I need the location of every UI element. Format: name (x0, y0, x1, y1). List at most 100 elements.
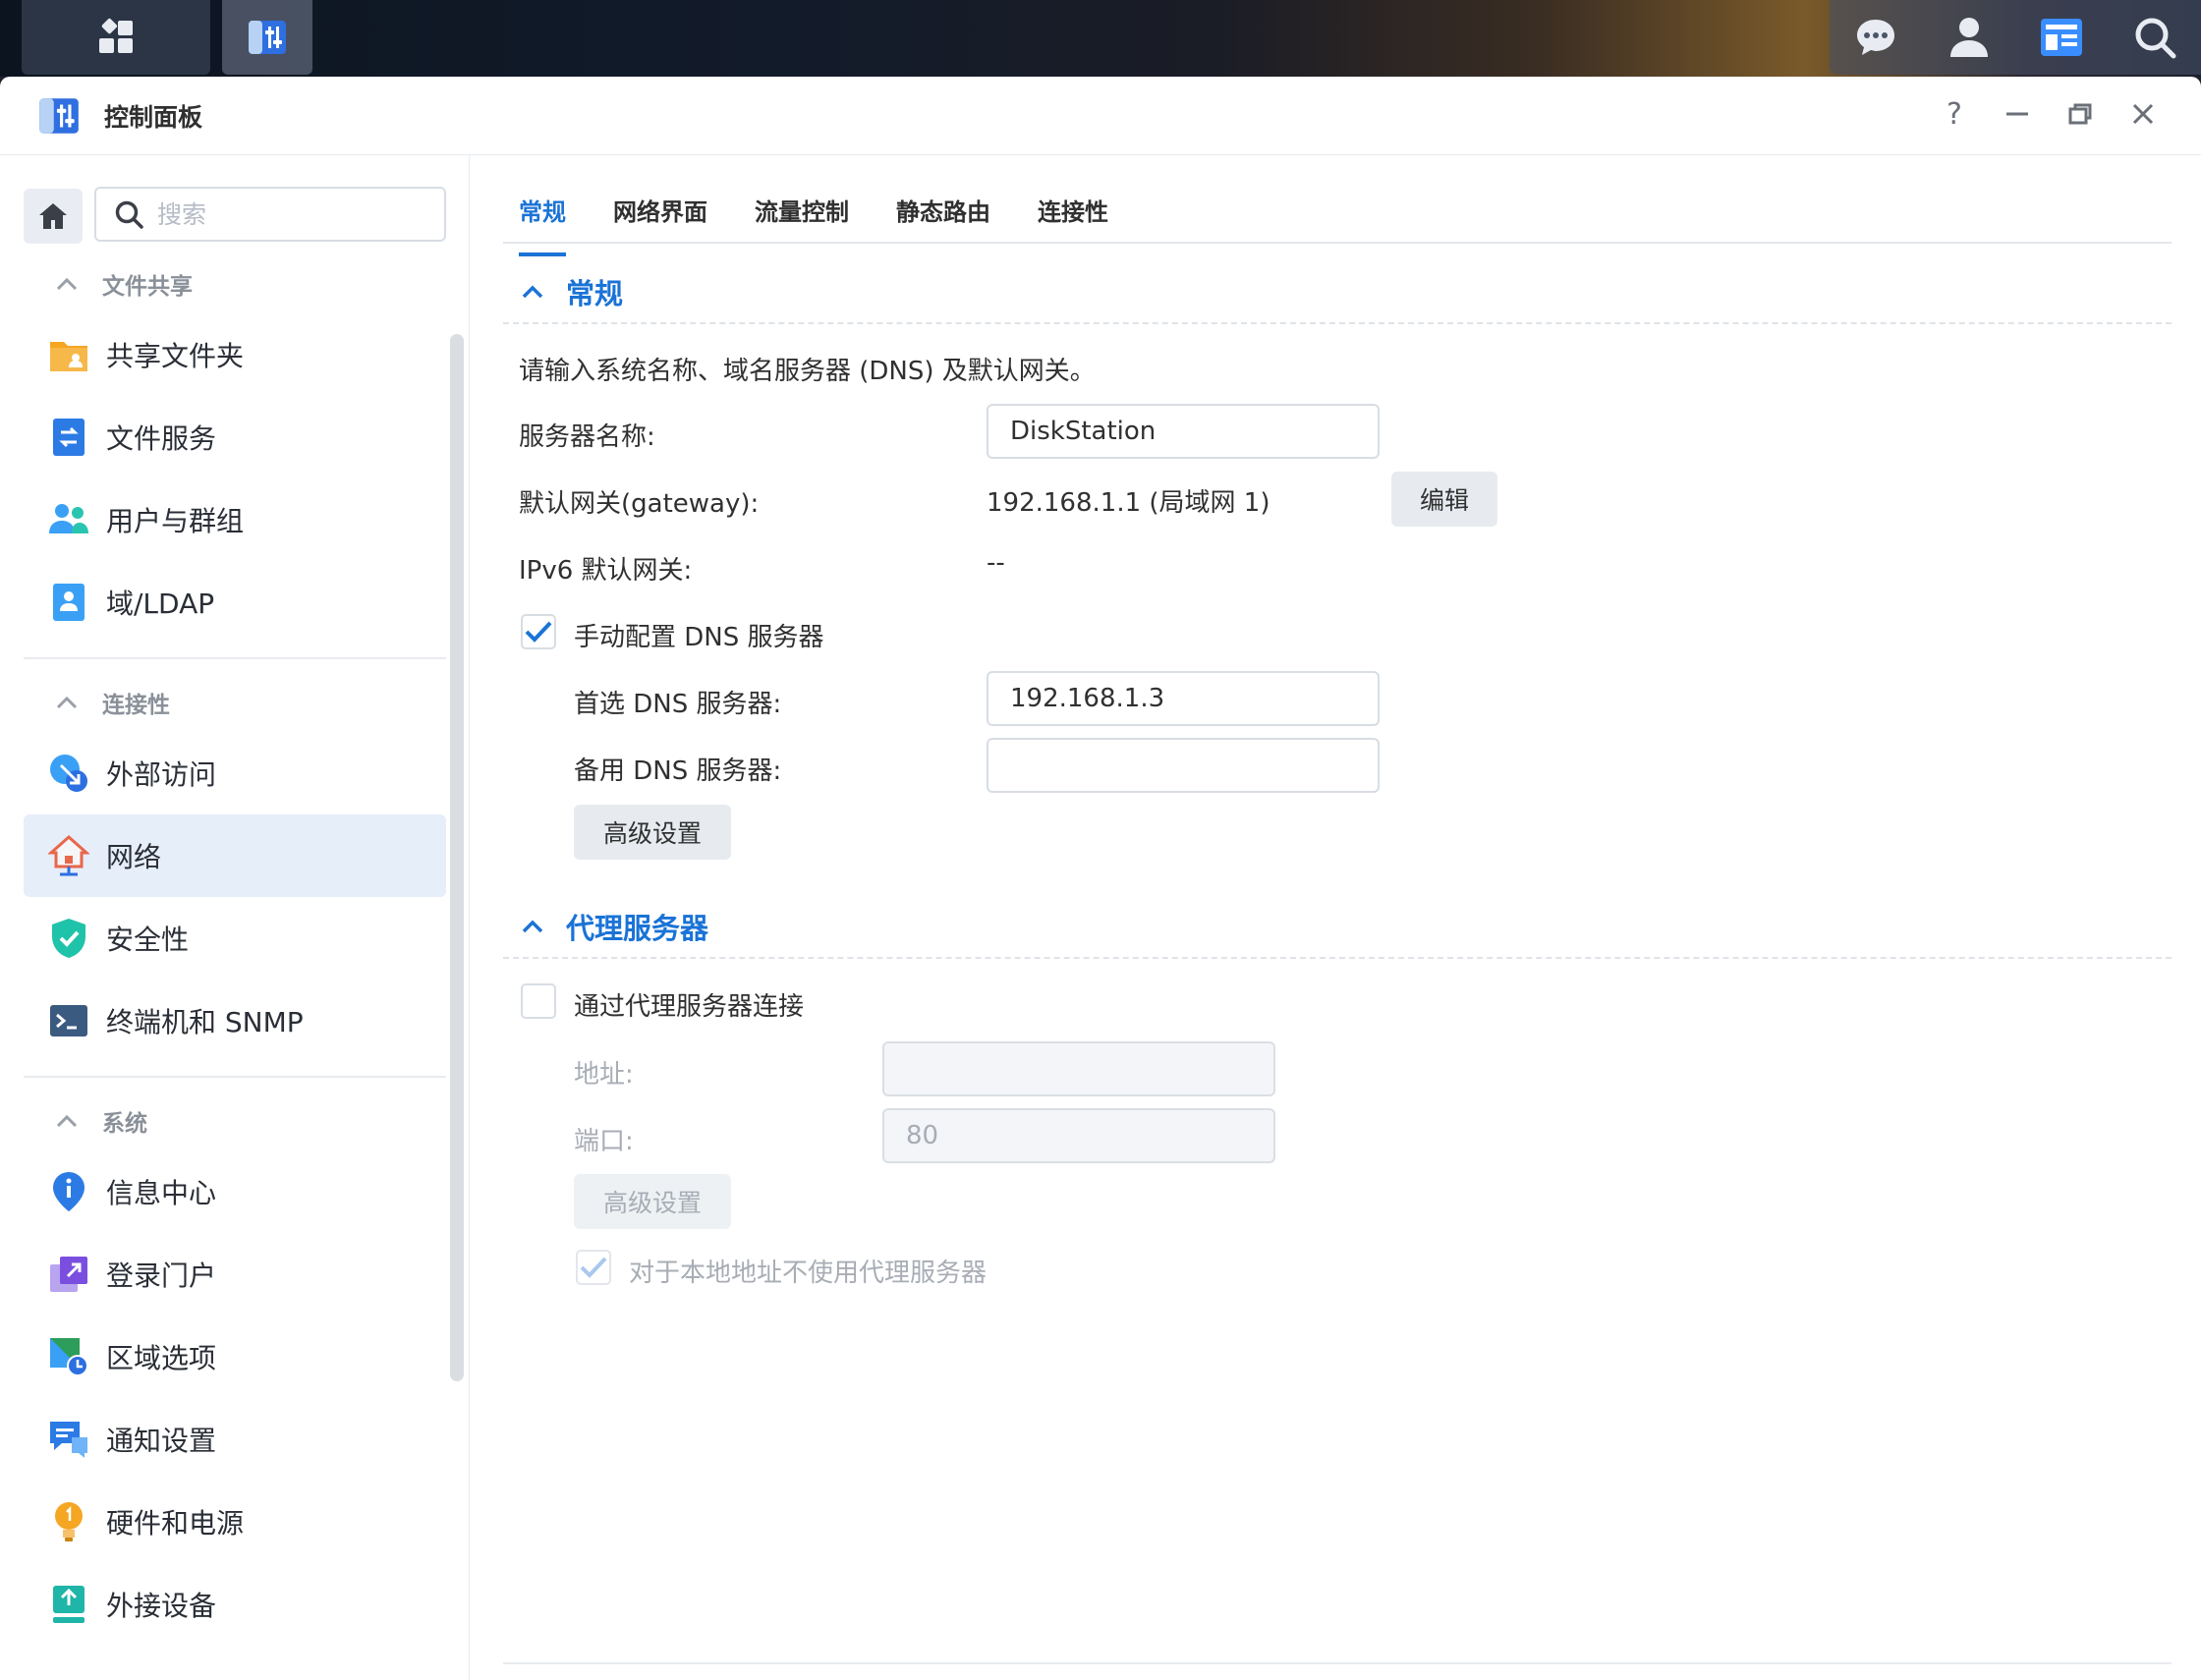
restore-button[interactable] (2061, 94, 2099, 134)
sidebar-search[interactable] (94, 187, 446, 242)
window-titlebar[interactable]: 控制面板 ? (0, 77, 2201, 155)
proxy-port-input[interactable] (882, 1108, 1275, 1163)
sidebar-item-login-portal[interactable]: 登录门户 (24, 1233, 446, 1316)
preferred-dns-input[interactable] (987, 671, 1380, 726)
sidebar-item-label: 域/LDAP (106, 588, 215, 620)
tab-static-route[interactable]: 静态路由 (896, 193, 990, 227)
widgets-icon[interactable] (2037, 13, 2086, 62)
file-services-icon (47, 416, 90, 459)
proxy-checkbox[interactable] (521, 983, 556, 1019)
sidebar-item-file-services[interactable]: 文件服务 (24, 396, 446, 478)
proxy-connect-label[interactable]: 通过代理服务器连接 (574, 986, 804, 1023)
gateway-label: 默认网关(gateway): (519, 489, 760, 519)
minimize-icon (2006, 112, 2028, 116)
sidebar-item-network[interactable]: 网络 (24, 814, 446, 897)
chevron-up-icon (56, 1114, 78, 1128)
folder-share-icon (47, 333, 90, 376)
sidebar-item-hardware-power[interactable]: 硬件和电源 (24, 1481, 446, 1563)
chat-icon[interactable] (1851, 13, 1900, 62)
chevron-up-icon (56, 277, 78, 291)
server-name-input[interactable] (987, 404, 1380, 459)
edit-gateway-button[interactable]: 编辑 (1391, 472, 1497, 527)
group-proxy-header[interactable]: 代理服务器 (521, 906, 708, 947)
sidebar-item-label: 外部访问 (106, 758, 217, 791)
chevron-up-icon (522, 920, 543, 933)
sidebar: 文件共享 共享文件夹 文件服务 用户与群组 域/LDAP 连接性 外部访问 (0, 155, 470, 1680)
sidebar-item-info-center[interactable]: 信息中心 (24, 1150, 446, 1233)
sidebar-item-shared-folder[interactable]: 共享文件夹 (24, 313, 446, 396)
manual-dns-checkbox[interactable] (521, 614, 556, 649)
minimize-button[interactable] (1999, 94, 2036, 134)
taskbar-control-panel-button[interactable] (222, 0, 312, 75)
proxy-address-input[interactable] (882, 1041, 1275, 1096)
sidebar-item-terminal-snmp[interactable]: 终端机和 SNMP (24, 980, 446, 1062)
external-access-icon (47, 752, 90, 795)
sidebar-item-regional-options[interactable]: 区域选项 (24, 1316, 446, 1398)
section-connectivity[interactable]: 连接性 (55, 686, 170, 719)
search-icon[interactable] (2130, 13, 2179, 62)
sidebar-item-users-groups[interactable]: 用户与群组 (24, 478, 446, 561)
sidebar-item-label: 用户与群组 (106, 505, 245, 537)
sidebar-item-label: 外接设备 (106, 1590, 217, 1622)
main-menu-button[interactable] (22, 0, 210, 75)
chevron-up-icon (522, 285, 543, 299)
taskbar-left-group (22, 0, 312, 75)
user-icon[interactable] (1945, 13, 1994, 62)
sidebar-item-domain-ldap[interactable]: 域/LDAP (24, 561, 446, 644)
sidebar-item-external-access[interactable]: 外部访问 (24, 732, 446, 814)
chevron-up-icon (56, 696, 78, 709)
home-icon (39, 203, 67, 229)
general-description: 请输入系统名称、域名服务器 (DNS) 及默认网关。 (519, 357, 1096, 386)
notification-icon (47, 1418, 90, 1461)
group-general-header[interactable]: 常规 (521, 271, 623, 312)
sidebar-item-label: 信息中心 (106, 1177, 217, 1209)
sidebar-item-label: 安全性 (106, 924, 190, 956)
server-name-label: 服务器名称: (519, 422, 655, 452)
section-file-sharing[interactable]: 文件共享 (55, 267, 193, 301)
alternate-dns-label: 备用 DNS 服务器: (574, 756, 782, 786)
section-label: 文件共享 (102, 274, 193, 300)
dns-advanced-settings-button[interactable]: 高级设置 (574, 805, 731, 860)
manual-dns-label[interactable]: 手动配置 DNS 服务器 (574, 617, 824, 653)
tab-traffic-control[interactable]: 流量控制 (755, 193, 849, 227)
sidebar-item-label: 终端机和 SNMP (106, 1006, 304, 1038)
external-devices-icon (47, 1583, 90, 1626)
sidebar-item-notification[interactable]: 通知设置 (24, 1398, 446, 1481)
close-button[interactable] (2124, 94, 2162, 134)
search-input[interactable] (157, 199, 413, 229)
restore-icon (2068, 103, 2092, 125)
section-system[interactable]: 系统 (55, 1104, 147, 1138)
main-menu-icon (99, 18, 133, 53)
bypass-local-label[interactable]: 对于本地地址不使用代理服务器 (629, 1253, 987, 1289)
home-button[interactable] (24, 189, 83, 244)
sidebar-divider (24, 1076, 446, 1078)
preferred-dns-label: 首选 DNS 服务器: (574, 690, 782, 719)
sidebar-item-label: 共享文件夹 (106, 340, 245, 372)
sidebar-item-external-devices[interactable]: 外接设备 (24, 1563, 446, 1646)
search-icon (115, 200, 143, 229)
desktop-taskbar (0, 0, 2201, 77)
sidebar-item-label: 登录门户 (106, 1260, 217, 1292)
sidebar-item-security[interactable]: 安全性 (24, 897, 446, 980)
help-button[interactable]: ? (1936, 94, 1973, 134)
login-portal-icon (47, 1253, 90, 1296)
close-icon (2132, 103, 2154, 125)
control-panel-app-icon (39, 97, 79, 134)
control-panel-icon (249, 21, 286, 54)
sidebar-item-label: 区域选项 (106, 1342, 217, 1374)
proxy-advanced-settings-button[interactable]: 高级设置 (574, 1174, 731, 1229)
terminal-icon (47, 999, 90, 1042)
tab-general[interactable]: 常规 (519, 193, 566, 256)
tab-network-interface[interactable]: 网络界面 (613, 193, 707, 227)
main-content: 常规 网络界面 流量控制 静态路由 连接性 常规 请输入系统名称、域名服务器 (… (503, 155, 2172, 1680)
taskbar-right-group (1830, 0, 2201, 75)
sidebar-item-label: 通知设置 (106, 1425, 217, 1457)
alternate-dns-input[interactable] (987, 738, 1380, 793)
bypass-local-checkbox[interactable] (576, 1250, 611, 1285)
group-divider (503, 322, 2172, 324)
regional-options-icon (47, 1335, 90, 1378)
sidebar-scrollbar[interactable] (450, 334, 464, 1381)
proxy-address-label: 地址: (574, 1060, 634, 1090)
proxy-port-label: 端口: (574, 1127, 634, 1156)
tab-connectivity[interactable]: 连接性 (1038, 193, 1108, 227)
